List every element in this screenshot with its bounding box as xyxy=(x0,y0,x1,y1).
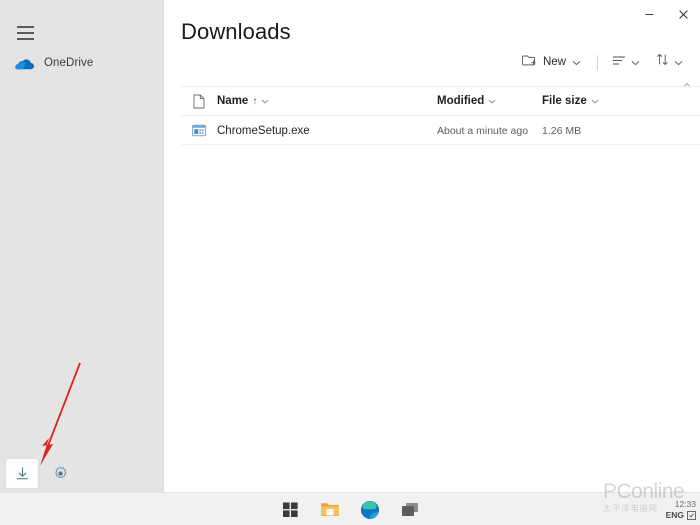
sidebar: OneDrive xyxy=(0,0,164,492)
column-header-name[interactable]: Name ↑ xyxy=(217,95,437,107)
column-header-modified[interactable]: Modified xyxy=(437,95,542,107)
task-view-icon xyxy=(402,503,418,516)
new-button-label: New xyxy=(542,56,566,68)
table-column-headers: Name ↑ Modified File size xyxy=(181,86,700,116)
view-layout-button[interactable] xyxy=(609,50,643,74)
screen: OneDrive Downloads New Name ↑ Modified F… xyxy=(0,0,700,525)
table-row[interactable]: ChromeSetup.exe About a minute ago 1.26 … xyxy=(181,117,700,145)
toolbar-divider xyxy=(597,54,598,70)
downloads-window: OneDrive Downloads New Name ↑ Modified F… xyxy=(0,0,700,492)
sort-arrows-icon xyxy=(656,53,669,71)
download-icon xyxy=(16,467,28,480)
file-generic-icon xyxy=(193,94,205,108)
close-button[interactable] xyxy=(666,0,700,28)
downloads-button[interactable] xyxy=(5,458,39,489)
red-arrow-annotation xyxy=(40,362,81,466)
language-indicator[interactable]: ENG xyxy=(666,510,684,521)
main-panel: Downloads New Name ↑ Modified File size … xyxy=(165,0,700,492)
new-folder-icon xyxy=(522,53,537,72)
column-header-name-label: Name xyxy=(217,95,249,107)
sort-ascending-icon: ↑ xyxy=(252,95,258,107)
column-header-modified-label: Modified xyxy=(437,95,485,107)
sidebar-item-onedrive[interactable]: OneDrive xyxy=(6,50,158,76)
system-tray: 12:33 ENG xyxy=(666,493,696,525)
taskbar-buttons xyxy=(0,493,700,525)
minimize-icon xyxy=(645,13,653,15)
new-button[interactable]: New xyxy=(517,50,586,74)
toolbar: New xyxy=(517,49,686,75)
start-button[interactable] xyxy=(278,498,302,522)
clock[interactable]: 12:33 xyxy=(675,499,696,510)
titlebar-controls xyxy=(632,0,700,28)
chevron-down-icon xyxy=(488,95,496,107)
sort-button[interactable] xyxy=(653,50,686,74)
sidebar-bottom-bar xyxy=(0,455,164,492)
page-title: Downloads xyxy=(181,19,291,44)
file-modified: About a minute ago xyxy=(437,124,529,137)
view-list-icon xyxy=(612,53,626,71)
tray-language-row: ENG xyxy=(666,510,696,521)
column-header-icon xyxy=(181,94,217,109)
sidebar-item-label: OneDrive xyxy=(44,57,94,69)
column-header-file-size[interactable]: File size xyxy=(542,95,637,107)
chevron-down-icon xyxy=(591,95,599,107)
edge-icon xyxy=(361,500,379,519)
microsoft-edge-button[interactable] xyxy=(358,498,382,522)
file-explorer-button[interactable] xyxy=(318,498,342,522)
minimize-button[interactable] xyxy=(632,0,666,28)
gear-icon xyxy=(54,466,66,479)
chevron-down-icon xyxy=(674,53,683,71)
file-size: 1.26 MB xyxy=(542,124,582,137)
taskbar: 12:33 ENG xyxy=(0,492,700,525)
hamburger-icon[interactable] xyxy=(8,18,42,48)
folder-icon xyxy=(321,503,339,516)
chevron-down-icon xyxy=(631,53,640,71)
exe-file-icon xyxy=(181,124,217,137)
close-icon xyxy=(678,9,688,19)
ime-icon[interactable] xyxy=(687,510,696,521)
chevron-down-icon xyxy=(572,53,581,71)
task-view-button[interactable] xyxy=(398,498,422,522)
chevron-down-icon xyxy=(261,95,269,107)
windows-logo-icon xyxy=(282,502,298,517)
file-name: ChromeSetup.exe xyxy=(217,124,310,137)
onedrive-cloud-icon xyxy=(14,53,34,73)
settings-button[interactable] xyxy=(43,458,77,489)
column-header-file-size-label: File size xyxy=(542,95,587,107)
file-list: ChromeSetup.exe About a minute ago 1.26 … xyxy=(181,117,700,145)
